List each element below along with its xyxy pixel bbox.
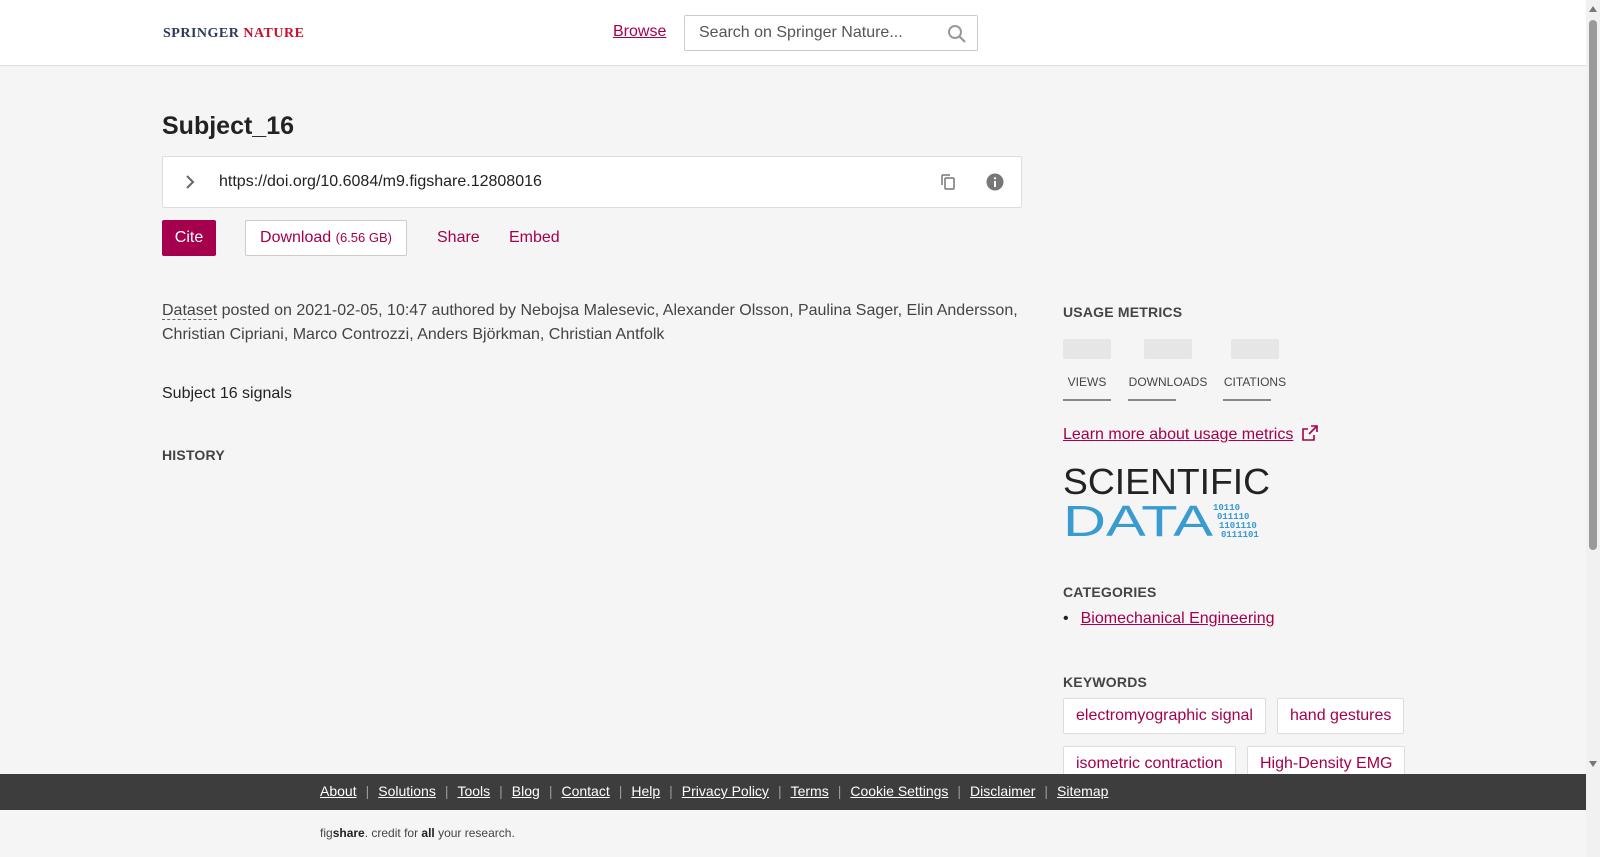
category-item: Biomechanical Engineering [1063,610,1275,628]
footer-link-disclaimer[interactable]: Disclaimer [970,783,1035,799]
download-button[interactable]: Download (6.56 GB) [245,220,407,256]
footer-link-about[interactable]: About [320,783,357,799]
footer-link-tools[interactable]: Tools [457,783,490,799]
keyword-tag[interactable]: electromyographic signal [1063,698,1266,734]
browse-link[interactable]: Browse [613,23,666,41]
tagline-brand: share [332,826,365,840]
top-navbar: SPRINGER NATURE Browse [0,0,1586,66]
footer-link-sitemap[interactable]: Sitemap [1057,783,1108,799]
footer-separator: | [365,783,370,799]
usage-metrics-heading: USAGE METRICS [1063,304,1183,320]
search-icon[interactable] [947,24,967,44]
tagline-prefix: fig [320,826,333,840]
scroll-up-arrow[interactable] [1589,6,1597,12]
figshare-tagline: figshare. credit for all your research. [320,826,515,840]
tagline-mid: . credit for [364,826,422,840]
metric-label: VIEWS [1067,375,1107,389]
logo-line2: DATA [1063,497,1214,538]
footer-bar: About | Solutions | Tools | Blog | Contact | Help |… [0,774,1586,810]
metric-label: CITATIONS [1223,375,1287,389]
share-link[interactable]: Share [437,229,480,247]
brand-accent-text: NATURE [243,26,305,41]
metric-label: DOWNLOADS [1128,375,1208,389]
footer-link-blog[interactable]: Blog [512,783,540,799]
tagline-suffix: your research. [434,826,515,840]
external-link-icon [1302,425,1319,441]
categories-heading: CATEGORIES [1063,584,1157,600]
doi-box: https://doi.org/10.6084/m9.figshare.1280… [162,156,1022,208]
footer-link-cookie-settings[interactable]: Cookie Settings [850,783,948,799]
page-title: Subject_16 [162,112,295,140]
download-size: (6.56 GB) [335,230,392,245]
footer-separator: | [548,783,553,799]
footer-separator: | [837,783,842,799]
learn-more-label: Learn more about usage metrics [1063,426,1294,443]
footer-separator: | [499,783,503,799]
metric-underline [1223,399,1271,401]
logo-bits: 0111101 [1221,530,1259,538]
footer-separator: | [777,783,782,799]
scrollbar-thumb[interactable] [1589,20,1597,550]
metric-underline [1063,399,1111,401]
learn-more-metrics-link[interactable]: Learn more about usage metrics [1063,424,1319,444]
info-icon[interactable] [985,172,1005,192]
item-type[interactable]: Dataset [162,302,218,320]
copy-icon[interactable] [938,172,958,192]
footer-link-contact[interactable]: Contact [561,783,609,799]
keywords-heading: KEYWORDS [1063,674,1148,690]
download-label: Download [260,229,332,246]
metric-underline [1128,399,1176,401]
embed-link[interactable]: Embed [509,229,560,247]
footer-separator: | [1044,783,1049,799]
footer-link-help[interactable]: Help [631,783,660,799]
metric-downloads[interactable]: DOWNLOADS [1128,339,1208,401]
footer-links: About | Solutions | Tools | Blog | Contact | Help |… [320,783,1108,799]
description: Subject 16 signals [162,385,292,402]
posted-authors: posted on 2021-02-05, 10:47 authored by … [162,302,1018,343]
logo-line1: SCIENTIFIC [1063,462,1270,502]
scrollbar[interactable] [1586,0,1600,857]
scroll-down-arrow[interactable] [1589,761,1597,767]
metric-views[interactable]: VIEWS [1063,339,1111,401]
footer-separator: | [618,783,623,799]
metric-value-placeholder [1144,339,1192,359]
tagline-bold: all [421,826,435,840]
chevron-right-icon[interactable] [181,173,199,191]
footer-separator: | [957,783,962,799]
byline: Dataset posted on 2021-02-05, 10:47 auth… [162,299,1032,347]
footer-link-privacy[interactable]: Privacy Policy [682,783,769,799]
cite-button[interactable]: Cite [162,220,216,256]
scientific-data-logo[interactable]: SCIENTIFIC DATA 10110 011110 1101110 011… [1063,462,1273,538]
brand-text: SPRINGER [163,26,240,41]
metric-citations[interactable]: CITATIONS [1223,339,1287,401]
history-heading: HISTORY [162,447,225,463]
search-input[interactable] [699,24,929,42]
category-link[interactable]: Biomechanical Engineering [1081,610,1275,627]
search-box [684,15,978,51]
footer-separator: | [444,783,449,799]
footer-link-terms[interactable]: Terms [791,783,829,799]
springer-nature-logo[interactable]: SPRINGER NATURE [163,26,304,42]
categories-list: Biomechanical Engineering [1063,610,1275,628]
footer-separator: | [669,783,673,799]
footer-link-solutions[interactable]: Solutions [378,783,436,799]
keyword-tag[interactable]: hand gestures [1277,698,1405,734]
metric-value-placeholder [1231,339,1279,359]
doi-url: https://doi.org/10.6084/m9.figshare.1280… [219,173,542,190]
metric-value-placeholder [1063,339,1111,359]
